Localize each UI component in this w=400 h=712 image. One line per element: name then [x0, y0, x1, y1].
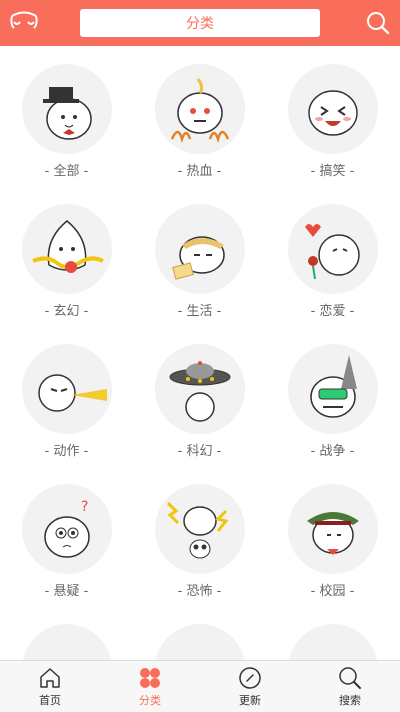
ufo-icon — [155, 344, 245, 434]
category-hot-blood[interactable]: - 热血 - — [133, 46, 266, 186]
category-horror[interactable]: - 恐怖 - — [133, 466, 266, 606]
tab-update[interactable]: 更新 — [200, 661, 300, 712]
category-campus[interactable]: - 校园 - — [266, 466, 399, 606]
bun-fire-icon — [155, 64, 245, 154]
bun-bandana-icon — [155, 204, 245, 294]
category-romance[interactable]: - 恋爱 - — [266, 186, 399, 326]
tab-category[interactable]: 分类 — [100, 661, 200, 712]
svg-text:?: ? — [81, 499, 88, 515]
bun-goggles-icon — [288, 344, 378, 434]
category-row5-1[interactable] — [0, 606, 133, 660]
clover-icon — [140, 668, 160, 688]
category-action[interactable]: - 动作 - — [0, 326, 133, 466]
bun-laughing-icon — [288, 64, 378, 154]
category-life[interactable]: - 生活 - — [133, 186, 266, 326]
bun-rose-icon — [288, 204, 378, 294]
category-war[interactable]: - 战争 - — [266, 326, 399, 466]
category-all[interactable]: - 全部 - — [0, 46, 133, 186]
tab-home[interactable]: 首页 — [0, 661, 100, 712]
top-bar: 分类 — [0, 0, 400, 46]
compass-icon — [239, 667, 261, 689]
category-row5-2[interactable] — [133, 606, 266, 660]
tab-search[interactable]: 搜索 — [300, 661, 400, 712]
bun-logo-icon[interactable] — [10, 10, 38, 32]
bun-beam-icon — [22, 344, 112, 434]
bottom-tab-bar: 首页 分类 更新 搜索 — [0, 660, 400, 712]
bun-confused-icon: ? — [22, 484, 112, 574]
category-funny[interactable]: - 搞笑 - — [266, 46, 399, 186]
bun-tophat-icon — [22, 64, 112, 154]
category-row5-3[interactable] — [266, 606, 399, 660]
category-mystery[interactable]: ? - 悬疑 - — [0, 466, 133, 606]
page-title: 分类 — [80, 9, 320, 37]
category-fantasy[interactable]: - 玄幻 - — [0, 186, 133, 326]
category-scifi[interactable]: - 科幻 - — [133, 326, 266, 466]
bun-skull-icon — [155, 484, 245, 574]
bun-ribbon-icon — [22, 204, 112, 294]
home-icon — [40, 668, 60, 688]
category-grid: - 全部 - - 热血 - - 搞笑 - - 玄幻 - - 生活 - - 恋爱 … — [0, 46, 400, 660]
search-icon — [339, 667, 361, 689]
search-icon[interactable] — [366, 11, 390, 35]
bun-cap-icon — [288, 484, 378, 574]
